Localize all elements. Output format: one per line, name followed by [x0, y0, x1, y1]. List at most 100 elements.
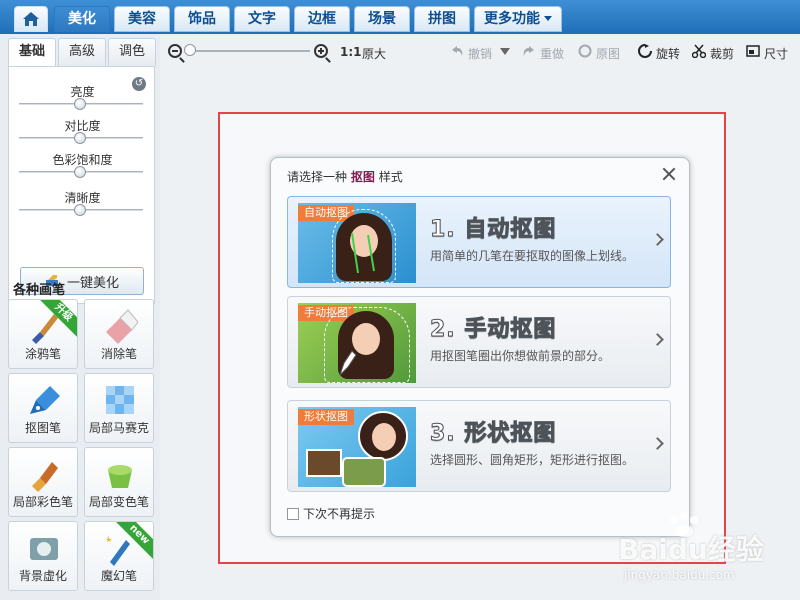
brush-section-title: 各种画笔	[13, 283, 66, 298]
cutout-pen-tool[interactable]: 抠图笔	[8, 373, 78, 443]
checkbox-label: 下次不再提示	[303, 507, 376, 521]
tool-label: 局部彩色笔	[12, 495, 73, 509]
tab-accessories[interactable]: 饰品	[174, 6, 230, 32]
eraser-pen-tool[interactable]: 消除笔	[84, 299, 154, 369]
dialog-title: 请选择一种 抠图 样式	[287, 168, 403, 185]
tab-scene[interactable]: 场景	[354, 6, 410, 32]
manual-cutout-option[interactable]: 手动抠图 2. 手动抠图 用抠图笔圈出你想做前景的部分。	[287, 296, 671, 388]
rotate-button[interactable]: 旋转	[656, 45, 680, 62]
option-description: 用简单的几笔在要抠取的图像上划线。	[430, 249, 635, 263]
dropdown-arrow-icon	[544, 16, 552, 21]
auto-cutout-thumbnail: 自动抠图	[298, 203, 416, 283]
shape-cutout-thumbnail: 形状抠图	[298, 407, 416, 487]
option-heading: 1. 自动抠图	[429, 217, 557, 243]
subtab-advanced[interactable]: 高级	[58, 38, 106, 66]
rotate-icon	[638, 44, 652, 58]
undo-icon	[452, 46, 463, 56]
watermark: Baidu经验 jingyan.baidu.com	[614, 512, 794, 592]
tab-frame[interactable]: 边框	[294, 6, 350, 32]
checkbox-box[interactable]	[287, 507, 299, 520]
saturation-label: 色彩饱和度	[52, 153, 113, 167]
tab-beautify[interactable]: 美化	[54, 6, 110, 32]
zoom-slider-knob[interactable]	[184, 44, 196, 56]
rounded-rect-shape-preview	[342, 457, 386, 487]
dont-show-again-checkbox[interactable]: 下次不再提示	[287, 505, 375, 522]
subtab-color[interactable]: 调色	[108, 38, 156, 66]
redo-icon	[523, 46, 534, 56]
crop-button[interactable]: 裁剪	[710, 45, 734, 62]
tab-more-label: 更多功能	[484, 11, 540, 27]
dialog-title-highlight: 抠图	[350, 170, 375, 184]
brightness-slider-knob[interactable]	[74, 98, 86, 110]
basic-adjust-panel: ↺ 亮度 对比度 色彩饱和度 清晰度 一键美化	[8, 66, 155, 304]
undo-button[interactable]: 撤销	[468, 45, 492, 62]
doodle-pen-tool[interactable]: 升级 涂鸦笔	[8, 299, 78, 369]
dialog-title-prefix: 请选择一种	[287, 170, 348, 184]
fountain-pen-icon	[30, 386, 60, 414]
contrast-label: 对比度	[64, 119, 101, 133]
option-heading: 3. 形状抠图	[429, 421, 557, 447]
brightness-label: 亮度	[70, 85, 95, 99]
scissors-icon	[692, 44, 706, 58]
tab-makeup[interactable]: 美容	[114, 6, 170, 32]
color-brush-icon	[32, 462, 58, 492]
original-icon	[578, 44, 592, 58]
left-panel: 基础 高级 调色 ↺ 亮度 对比度 色彩饱和度 清晰度 一键美化 各种画笔 升级…	[0, 34, 160, 600]
saturation-slider-knob[interactable]	[74, 166, 86, 178]
contrast-slider-knob[interactable]	[74, 132, 86, 144]
close-icon[interactable]	[659, 164, 679, 184]
local-recolor-pen-tool[interactable]: 局部变色笔	[84, 447, 154, 517]
redo-button[interactable]: 重做	[540, 45, 564, 62]
chevron-right-icon	[651, 233, 664, 246]
dialog-title-suffix: 样式	[378, 170, 403, 184]
magic-pen-tool[interactable]: new 魔幻笔	[84, 521, 154, 591]
original-button[interactable]: 原图	[596, 45, 620, 62]
sharpness-label: 清晰度	[64, 191, 101, 205]
original-size-button[interactable]: 原大	[362, 45, 386, 62]
tool-label: 抠图笔	[24, 421, 61, 435]
zoom-ratio-button[interactable]: 1:1	[340, 45, 362, 59]
home-button[interactable]	[14, 6, 48, 32]
option-heading: 2. 手动抠图	[429, 317, 557, 343]
chevron-right-icon	[651, 333, 664, 346]
tab-more-functions[interactable]: 更多功能	[474, 6, 562, 32]
tool-label: 局部变色笔	[88, 495, 149, 509]
thumbnail-tag: 形状抠图	[298, 409, 354, 425]
tool-label: 背景虚化	[18, 569, 67, 583]
circle-shape-preview	[358, 411, 408, 461]
tab-text[interactable]: 文字	[234, 6, 290, 32]
paint-bucket-icon	[108, 465, 132, 488]
subtab-basic[interactable]: 基础	[8, 38, 56, 68]
selection-outline	[324, 307, 410, 383]
canvas-toolbar: 1:1 原大 撤销 重做 原图 旋转 裁剪 尺寸	[160, 34, 800, 70]
option-description: 选择圆形、圆角矩形，矩形进行抠图。	[430, 453, 635, 467]
watermark-brand: Baidu经验	[618, 533, 764, 566]
auto-cutout-option[interactable]: 自动抠图 1. 自动抠图 用简单的几笔在要抠取的图像上划线。	[287, 196, 671, 288]
top-nav-bar: 美化 美容 饰品 文字 边框 场景 拼图 更多功能	[0, 0, 800, 34]
mosaic-icon	[106, 386, 134, 414]
option-description: 用抠图笔圈出你想做前景的部分。	[430, 349, 611, 363]
chevron-right-icon	[651, 437, 664, 450]
shape-cutout-option[interactable]: 形状抠图 3. 形状抠图 选择圆形、圆角矩形，矩形进行抠图。	[287, 400, 671, 492]
eraser-icon	[106, 309, 138, 344]
cutout-style-dialog: 请选择一种 抠图 样式 自动抠图 1. 自动抠图 用简单的几笔在要抠取的图像上划…	[270, 157, 690, 537]
size-button[interactable]: 尺寸	[764, 45, 788, 62]
watermark-site: jingyan.baidu.com	[624, 568, 735, 582]
tool-label: 局部马赛克	[88, 421, 149, 435]
zoom-in-icon[interactable]	[314, 44, 328, 58]
tool-label: 消除笔	[100, 347, 137, 361]
tool-label: 魔幻笔	[100, 569, 137, 583]
local-mosaic-tool[interactable]: 局部马赛克	[84, 373, 154, 443]
tab-collage[interactable]: 拼图	[414, 6, 470, 32]
background-blur-tool[interactable]: 背景虚化	[8, 521, 78, 591]
tool-label: 涂鸦笔	[24, 347, 61, 361]
home-icon	[23, 12, 39, 26]
sharpness-slider-knob[interactable]	[74, 204, 86, 216]
zoom-out-icon[interactable]	[168, 44, 182, 58]
resize-icon	[746, 45, 760, 57]
zoom-slider-track[interactable]	[188, 50, 310, 52]
one-key-beautify-label: 一键美化	[66, 275, 119, 291]
pen-cursor-icon	[339, 350, 357, 376]
undo-dropdown-icon[interactable]	[500, 48, 510, 56]
local-color-pen-tool[interactable]: 局部彩色笔	[8, 447, 78, 517]
